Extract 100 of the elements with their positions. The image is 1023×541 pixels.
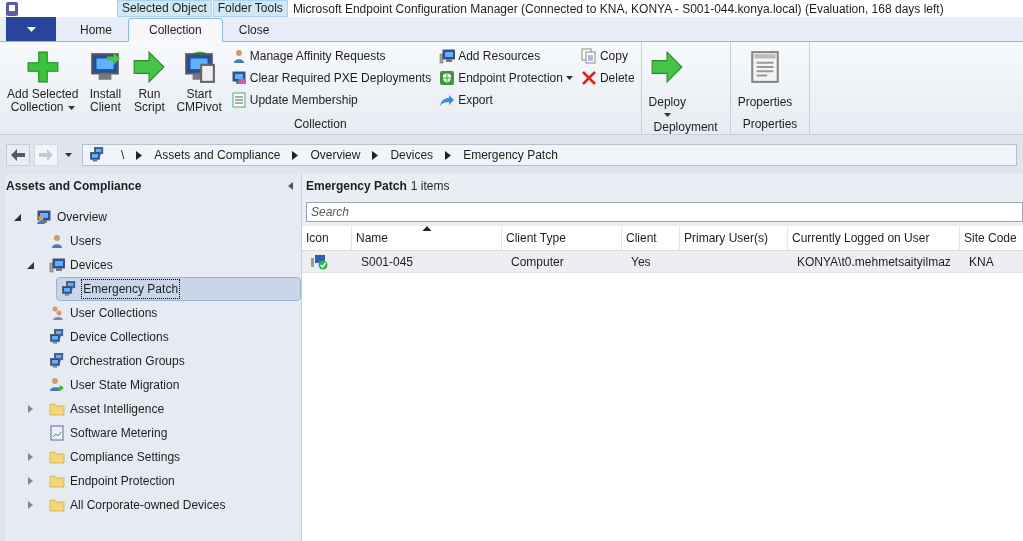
monitor-script-icon: [182, 50, 217, 84]
arrow-icon: [650, 50, 685, 84]
tree-item[interactable]: User State Migration: [44, 373, 190, 397]
ribbon-button[interactable]: Endpoint Protection: [437, 68, 575, 88]
monitor-eraser-icon: [230, 70, 247, 86]
context-tab-label: Folder Tools: [212, 0, 288, 17]
tree-item[interactable]: Compliance Settings: [44, 445, 191, 469]
chevron-right-icon: [136, 150, 143, 160]
table-cell: Yes: [631, 254, 651, 269]
search-field[interactable]: Search: [306, 202, 1023, 222]
list-icon: [230, 92, 247, 108]
folder-icon: [49, 497, 65, 513]
tree-item[interactable]: Overview: [31, 205, 117, 229]
column-header[interactable]: Icon: [302, 226, 352, 250]
column-header[interactable]: Currently Logged on User: [788, 226, 960, 250]
ribbon-button[interactable]: Properties: [734, 46, 796, 109]
computers-icon: [49, 353, 65, 369]
plus-icon: [25, 50, 60, 84]
ribbon-tab[interactable]: Collection: [128, 18, 223, 42]
caret-icon: [26, 26, 36, 32]
table-cell: S001-045: [361, 254, 414, 269]
folder-icon: [49, 473, 65, 489]
user-icon: [49, 233, 65, 249]
table-row[interactable]: S001-045 Computer Yes KONYA\t0.mehmetsaityilmaz KNA: [302, 251, 1023, 273]
computers-icon: [89, 147, 105, 163]
ribbon-button[interactable]: Add Resources: [437, 46, 575, 66]
collapsed-icon[interactable]: [27, 501, 33, 509]
ribbon-tab[interactable]: Close: [222, 18, 286, 42]
table-cell: Computer: [511, 254, 564, 269]
back-button[interactable]: [6, 144, 30, 166]
tree-item[interactable]: Emergency Patch: [56, 277, 301, 301]
caret-icon: [64, 153, 72, 157]
folder-icon: [49, 449, 65, 465]
tree-item[interactable]: Software Metering: [44, 421, 178, 445]
folder-icon: [49, 401, 65, 417]
collapse-pane-icon[interactable]: [288, 182, 293, 190]
tree-item[interactable]: Device Collections: [44, 325, 179, 349]
user-arrow-icon: [49, 377, 65, 393]
ribbon-button[interactable]: Start CMPivot: [173, 46, 225, 114]
shield-icon: [439, 70, 456, 86]
list-title: Emergency Patch: [306, 178, 407, 195]
ribbon-tab[interactable]: Home: [64, 18, 128, 42]
breadcrumb-item[interactable]: Emergency Patch: [463, 146, 558, 164]
expanded-icon[interactable]: [13, 213, 21, 221]
chevron-right-icon: [445, 150, 452, 160]
ribbon-button[interactable]: Clear Required PXE Deployments: [228, 68, 434, 88]
computer-icon: [49, 257, 65, 273]
tree-item[interactable]: Orchestration Groups: [44, 349, 195, 373]
collapsed-icon[interactable]: [27, 405, 33, 413]
group-label: Properties: [741, 116, 799, 133]
tree-item[interactable]: All Corporate-owned Devices: [44, 493, 236, 517]
column-header[interactable]: Name: [352, 226, 502, 250]
computer-icon: [439, 48, 456, 64]
delete-icon: [580, 70, 597, 86]
computers-icon: [49, 329, 65, 345]
column-header[interactable]: Client Type: [502, 226, 622, 250]
tree-item[interactable]: User Collections: [44, 301, 168, 325]
collapsed-icon[interactable]: [27, 453, 33, 461]
ribbon-button[interactable]: Run Script: [129, 46, 170, 114]
tree-item[interactable]: Endpoint Protection: [44, 469, 185, 493]
ribbon-button[interactable]: Delete: [578, 68, 637, 88]
ribbon-button[interactable]: Deploy: [645, 46, 689, 117]
group-label: Deployment: [652, 119, 719, 136]
caret-icon: [663, 113, 671, 117]
computer-check-icon: [310, 253, 328, 270]
expanded-icon[interactable]: [26, 261, 34, 269]
address-bar[interactable]: \ Assets and Compliance Overview Devices Emergency Patch: [82, 144, 1017, 166]
computers-icon: [61, 281, 78, 297]
tree-item[interactable]: Devices: [44, 253, 123, 277]
column-header[interactable]: Client: [622, 226, 680, 250]
tree-item[interactable]: Users: [44, 229, 112, 253]
application-menu-button[interactable]: [6, 17, 56, 41]
user-computer-icon: [36, 209, 52, 225]
column-header[interactable]: Site Code: [960, 226, 1023, 250]
tree-item[interactable]: Asset Intelligence: [44, 397, 175, 421]
ribbon-button[interactable]: Copy: [578, 46, 637, 66]
export-arrow-icon: [439, 92, 456, 108]
ribbon-button[interactable]: Update Membership: [228, 90, 434, 110]
window-title: Microsoft Endpoint Configuration Manager (Connected to KNA, KONYA - S001-044.konya.local) (Evaluation, 168 days left): [292, 0, 944, 18]
table-cell: KONYA\t0.mehmetsaityilmaz: [797, 254, 951, 269]
breadcrumb-item[interactable]: Devices: [390, 146, 434, 164]
caret-icon: [67, 105, 75, 110]
arrow-icon: [132, 50, 167, 84]
context-tab-label: Selected Object: [117, 0, 212, 17]
breadcrumb-root[interactable]: \: [121, 146, 125, 164]
ribbon-button[interactable]: Install Client: [85, 46, 126, 114]
meter-window-icon: [49, 425, 65, 441]
back-arrow-icon: [11, 149, 25, 161]
ribbon-button[interactable]: Add Selected Collection: [4, 46, 82, 114]
group-label: Collection: [292, 116, 348, 133]
ribbon-button[interactable]: Export: [437, 90, 575, 110]
chevron-right-icon: [292, 150, 299, 160]
column-header[interactable]: Primary User(s): [680, 226, 788, 250]
ribbon-button[interactable]: Manage Affinity Requests: [228, 46, 434, 66]
collapsed-icon[interactable]: [27, 477, 33, 485]
item-count: 1 items: [410, 178, 450, 195]
breadcrumb-item[interactable]: Overview: [310, 146, 361, 164]
forward-arrow-icon: [39, 149, 53, 161]
breadcrumb-item[interactable]: Assets and Compliance: [154, 146, 281, 164]
table-cell: KNA: [969, 254, 994, 269]
